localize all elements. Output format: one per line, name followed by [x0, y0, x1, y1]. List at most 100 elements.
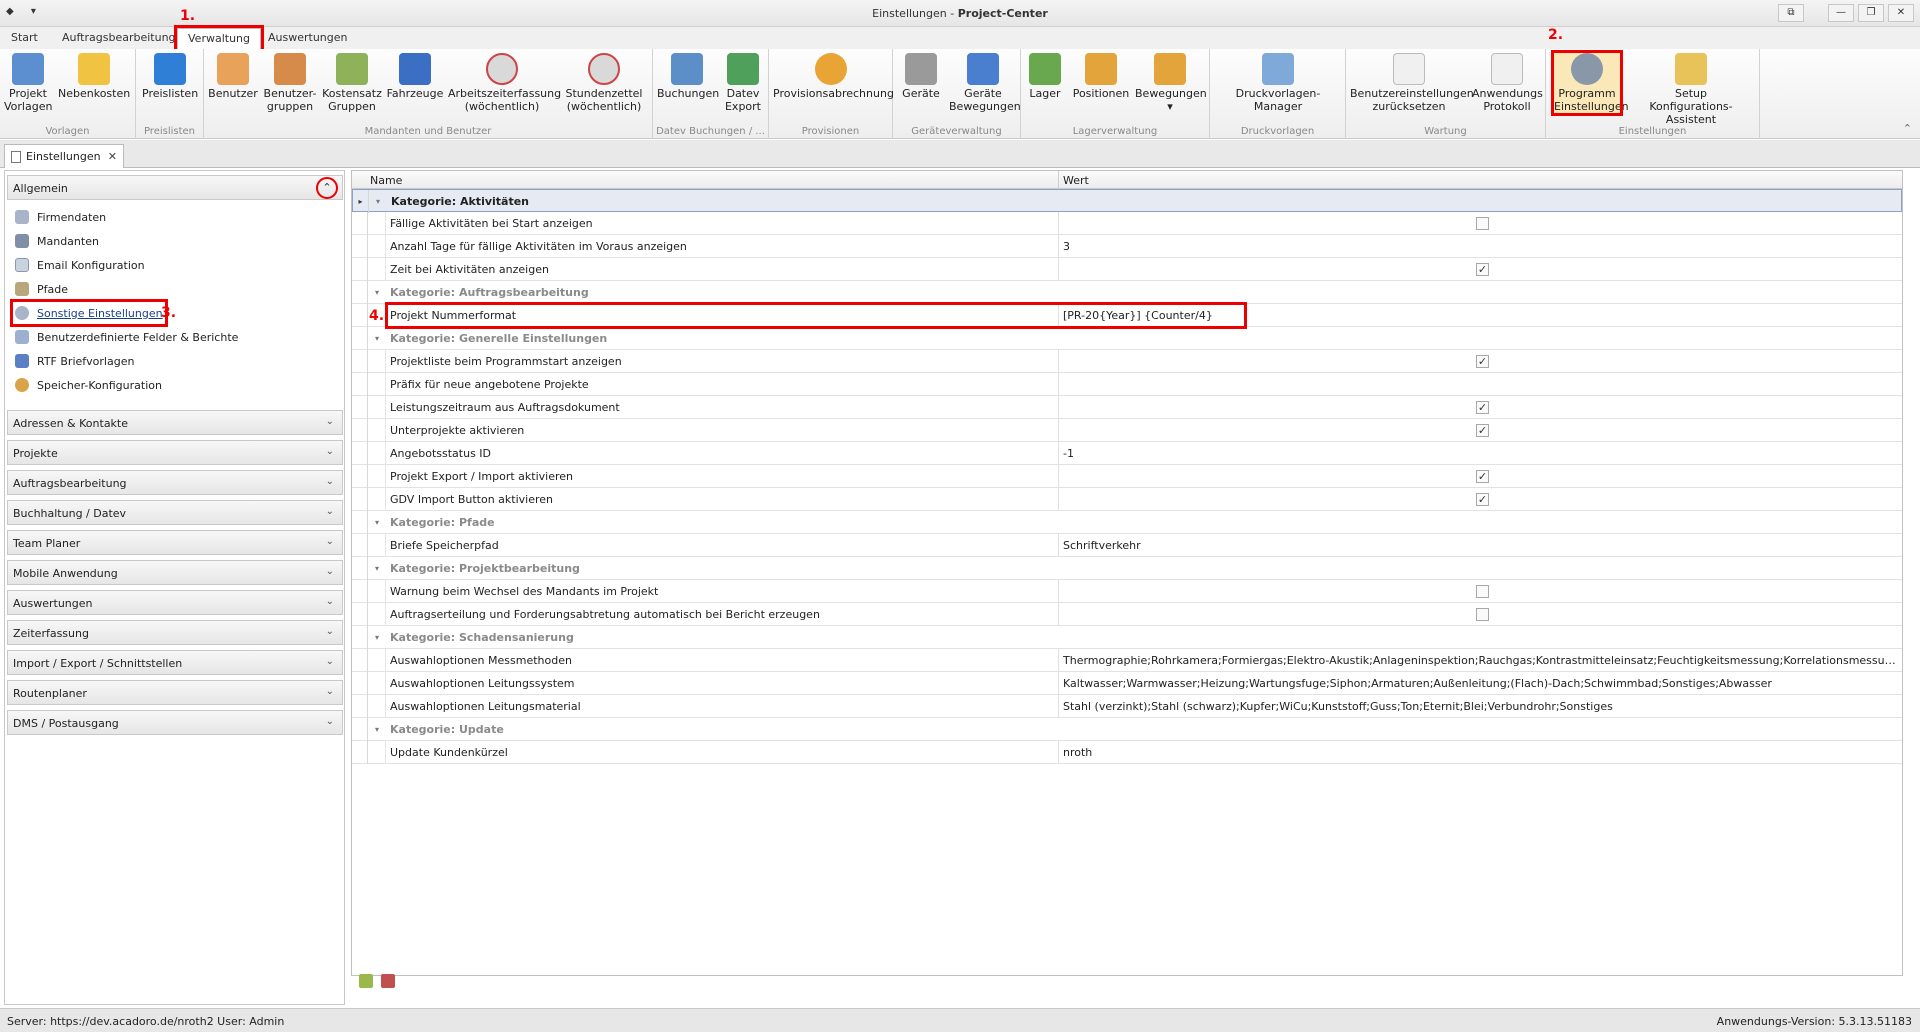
geraete-bewegungen-button[interactable]: Geräte Bewegungen [949, 53, 1021, 113]
category-row[interactable]: ▾ Kategorie: Projektbearbeitung [352, 557, 1902, 580]
arbeitszeiterfassung-button[interactable]: Arbeitszeiterfassung (wöchentlich) [448, 53, 561, 113]
property-value[interactable]: 3 [1063, 240, 1899, 253]
collapse-category-icon[interactable]: ▾ [368, 718, 386, 741]
property-row[interactable]: Briefe Speicherpfad Schriftverkehr [352, 534, 1902, 557]
checkbox-checked[interactable]: ✓ [1476, 424, 1489, 437]
nav-rtf-briefvorlagen[interactable]: RTF Briefvorlagen [15, 352, 134, 370]
property-row[interactable]: Unterprojekte aktivieren ✓ [352, 419, 1902, 442]
benutzergruppen-button[interactable]: Benutzer- gruppen [262, 53, 318, 113]
section-adressen[interactable]: Adressen & Kontakte ⌄ [7, 410, 343, 435]
collapse-ribbon-icon[interactable]: ⌃ [1903, 122, 1912, 135]
nav-benutzerdefinierte-felder[interactable]: Benutzerdefinierte Felder & Berichte [15, 328, 238, 346]
property-value[interactable]: Kaltwasser;Warmwasser;Heizung;Wartungsfu… [1063, 677, 1899, 690]
section-auftragsbearbeitung[interactable]: Auftragsbearbeitung ⌄ [7, 470, 343, 495]
category-row[interactable]: ▾ Kategorie: Generelle Einstellungen [352, 327, 1902, 350]
kostensatz-gruppen-button[interactable]: Kostensatz Gruppen [322, 53, 382, 113]
section-team-planer[interactable]: Team Planer ⌄ [7, 530, 343, 555]
chevron-up-icon[interactable]: ⌃ [316, 177, 338, 199]
categorized-view-icon[interactable] [359, 974, 373, 988]
nav-speicher-konfiguration[interactable]: Speicher-Konfiguration [15, 376, 162, 394]
checkbox-checked[interactable]: ✓ [1476, 470, 1489, 483]
property-row[interactable]: Angebotsstatus ID -1 [352, 442, 1902, 465]
section-buchhaltung[interactable]: Buchhaltung / Datev ⌄ [7, 500, 343, 525]
category-row[interactable]: ▾ Kategorie: Pfade [352, 511, 1902, 534]
checkbox-unchecked[interactable] [1476, 217, 1489, 230]
checkbox-checked[interactable]: ✓ [1476, 401, 1489, 414]
restore-layout-button[interactable]: ⧉ [1778, 4, 1804, 22]
property-value[interactable]: Schriftverkehr [1063, 539, 1899, 552]
preislisten-button[interactable]: Preislisten [142, 53, 198, 100]
projekt-vorlagen-button[interactable]: Projekt Vorlagen [4, 53, 52, 113]
section-import-export[interactable]: Import / Export / Schnittstellen ⌄ [7, 650, 343, 675]
alphabetical-view-icon[interactable] [381, 974, 395, 988]
property-value[interactable]: Stahl (verzinkt);Stahl (schwarz);Kupfer;… [1063, 700, 1899, 713]
property-row[interactable]: Auswahloptionen Messmethoden Thermographi… [352, 649, 1902, 672]
stundenzettel-button[interactable]: Stundenzettel (wöchentlich) [560, 53, 648, 113]
collapse-category-icon[interactable]: ▾ [368, 626, 386, 649]
checkbox-unchecked[interactable] [1476, 608, 1489, 621]
category-row[interactable]: ▾ Kategorie: Auftragsbearbeitung [352, 281, 1902, 304]
category-row[interactable]: ▸ ▾ Kategorie: Aktivitäten [352, 189, 1902, 213]
property-row[interactable]: Update Kundenkürzel nroth [352, 741, 1902, 764]
column-name-header[interactable]: Name [370, 174, 402, 187]
property-row[interactable]: Projekt Export / Import aktivieren ✓ [352, 465, 1902, 488]
collapse-category-icon[interactable]: ▾ [368, 327, 386, 350]
nav-mandanten[interactable]: Mandanten [15, 232, 99, 250]
property-value[interactable]: -1 [1063, 447, 1899, 460]
nav-sonstige-einstellungen[interactable]: Sonstige Einstellungen [10, 299, 168, 327]
minimize-button[interactable]: — [1828, 4, 1854, 22]
collapse-category-icon[interactable]: ▾ [368, 511, 386, 534]
section-allgemein[interactable]: Allgemein ⌃ [7, 175, 343, 200]
checkbox-checked[interactable]: ✓ [1476, 355, 1489, 368]
checkbox-checked[interactable]: ✓ [1476, 493, 1489, 506]
positionen-button[interactable]: Positionen [1071, 53, 1131, 100]
collapse-category-icon[interactable]: ▾ [368, 557, 386, 580]
nav-pfade[interactable]: Pfade [15, 280, 68, 298]
anwendungs-protokoll-button[interactable]: Anwendungs Protokoll [1472, 53, 1543, 113]
nav-firmendaten[interactable]: Firmendaten [15, 208, 106, 226]
lager-button[interactable]: Lager [1025, 53, 1065, 100]
programm-einstellungen-button[interactable]: Programm Einstellungen [1551, 50, 1629, 116]
tab-verwaltung[interactable]: Verwaltung [174, 25, 264, 53]
tab-auswertungen[interactable]: Auswertungen [268, 31, 348, 44]
benutzer-button[interactable]: Benutzer [208, 53, 258, 100]
property-row[interactable]: Zeit bei Aktivitäten anzeigen ✓ [352, 258, 1902, 281]
buchungen-button[interactable]: Buchungen [657, 53, 719, 100]
close-tab-icon[interactable]: ✕ [108, 150, 117, 163]
tab-start[interactable]: Start [11, 31, 38, 44]
category-row[interactable]: ▾ Kategorie: Schadensanierung [352, 626, 1902, 649]
provisionsabrechnung-button[interactable]: Provisionsabrechnung [773, 53, 894, 100]
maximize-button[interactable]: ❐ [1858, 4, 1884, 22]
property-row[interactable]: Präfix für neue angebotene Projekte [352, 373, 1902, 396]
category-row[interactable]: ▾ Kategorie: Update [352, 718, 1902, 741]
checkbox-checked[interactable]: ✓ [1476, 263, 1489, 276]
section-mobile[interactable]: Mobile Anwendung ⌄ [7, 560, 343, 585]
tab-auftragsbearbeitung[interactable]: Auftragsbearbeitung [62, 31, 176, 44]
tab-einstellungen[interactable]: Einstellungen ✕ [4, 144, 124, 168]
property-row[interactable]: Anzahl Tage für fällige Aktivitäten im V… [352, 235, 1902, 258]
druckvorlagen-manager-button[interactable]: Druckvorlagen-Manager [1214, 53, 1342, 113]
benutzereinstellungen-zuruecksetzen-button[interactable]: Benutzereinstellungen zurücksetzen [1350, 53, 1474, 113]
datev-export-button[interactable]: Datev Export [721, 53, 765, 113]
column-value-header[interactable]: Wert [1063, 174, 1089, 187]
property-row[interactable]: Auftragserteilung und Forderungsabtretun… [352, 603, 1902, 626]
property-value[interactable]: Thermographie;Rohrkamera;Formiergas;Elek… [1063, 654, 1899, 667]
bewegungen-dropdown[interactable]: Bewegungen ▾ [1135, 53, 1207, 113]
property-row[interactable]: Warnung beim Wechsel des Mandants im Pro… [352, 580, 1902, 603]
property-row[interactable]: GDV Import Button aktivieren ✓ [352, 488, 1902, 511]
property-row[interactable]: Projektliste beim Programmstart anzeigen… [352, 350, 1902, 373]
close-button[interactable]: ✕ [1888, 4, 1914, 22]
setup-assistent-button[interactable]: Setup Konfigurations-Assistent [1628, 53, 1754, 126]
section-auswertungen[interactable]: Auswertungen ⌄ [7, 590, 343, 615]
property-row[interactable]: Auswahloptionen Leitungsmaterial Stahl (v… [352, 695, 1902, 718]
property-row[interactable]: Auswahloptionen Leitungssystem Kaltwasser… [352, 672, 1902, 695]
collapse-category-icon[interactable]: ▾ [369, 190, 387, 213]
fahrzeuge-button[interactable]: Fahrzeuge [386, 53, 444, 100]
property-row[interactable]: Fällige Aktivitäten bei Start anzeigen [352, 212, 1902, 235]
geraete-button[interactable]: Geräte [897, 53, 945, 100]
property-value[interactable]: nroth [1063, 746, 1899, 759]
property-row[interactable]: Leistungszeitraum aus Auftragsdokument ✓ [352, 396, 1902, 419]
nav-email-konfiguration[interactable]: Email Konfiguration [15, 256, 145, 274]
section-dms[interactable]: DMS / Postausgang ⌄ [7, 710, 343, 735]
collapse-category-icon[interactable]: ▾ [368, 281, 386, 304]
